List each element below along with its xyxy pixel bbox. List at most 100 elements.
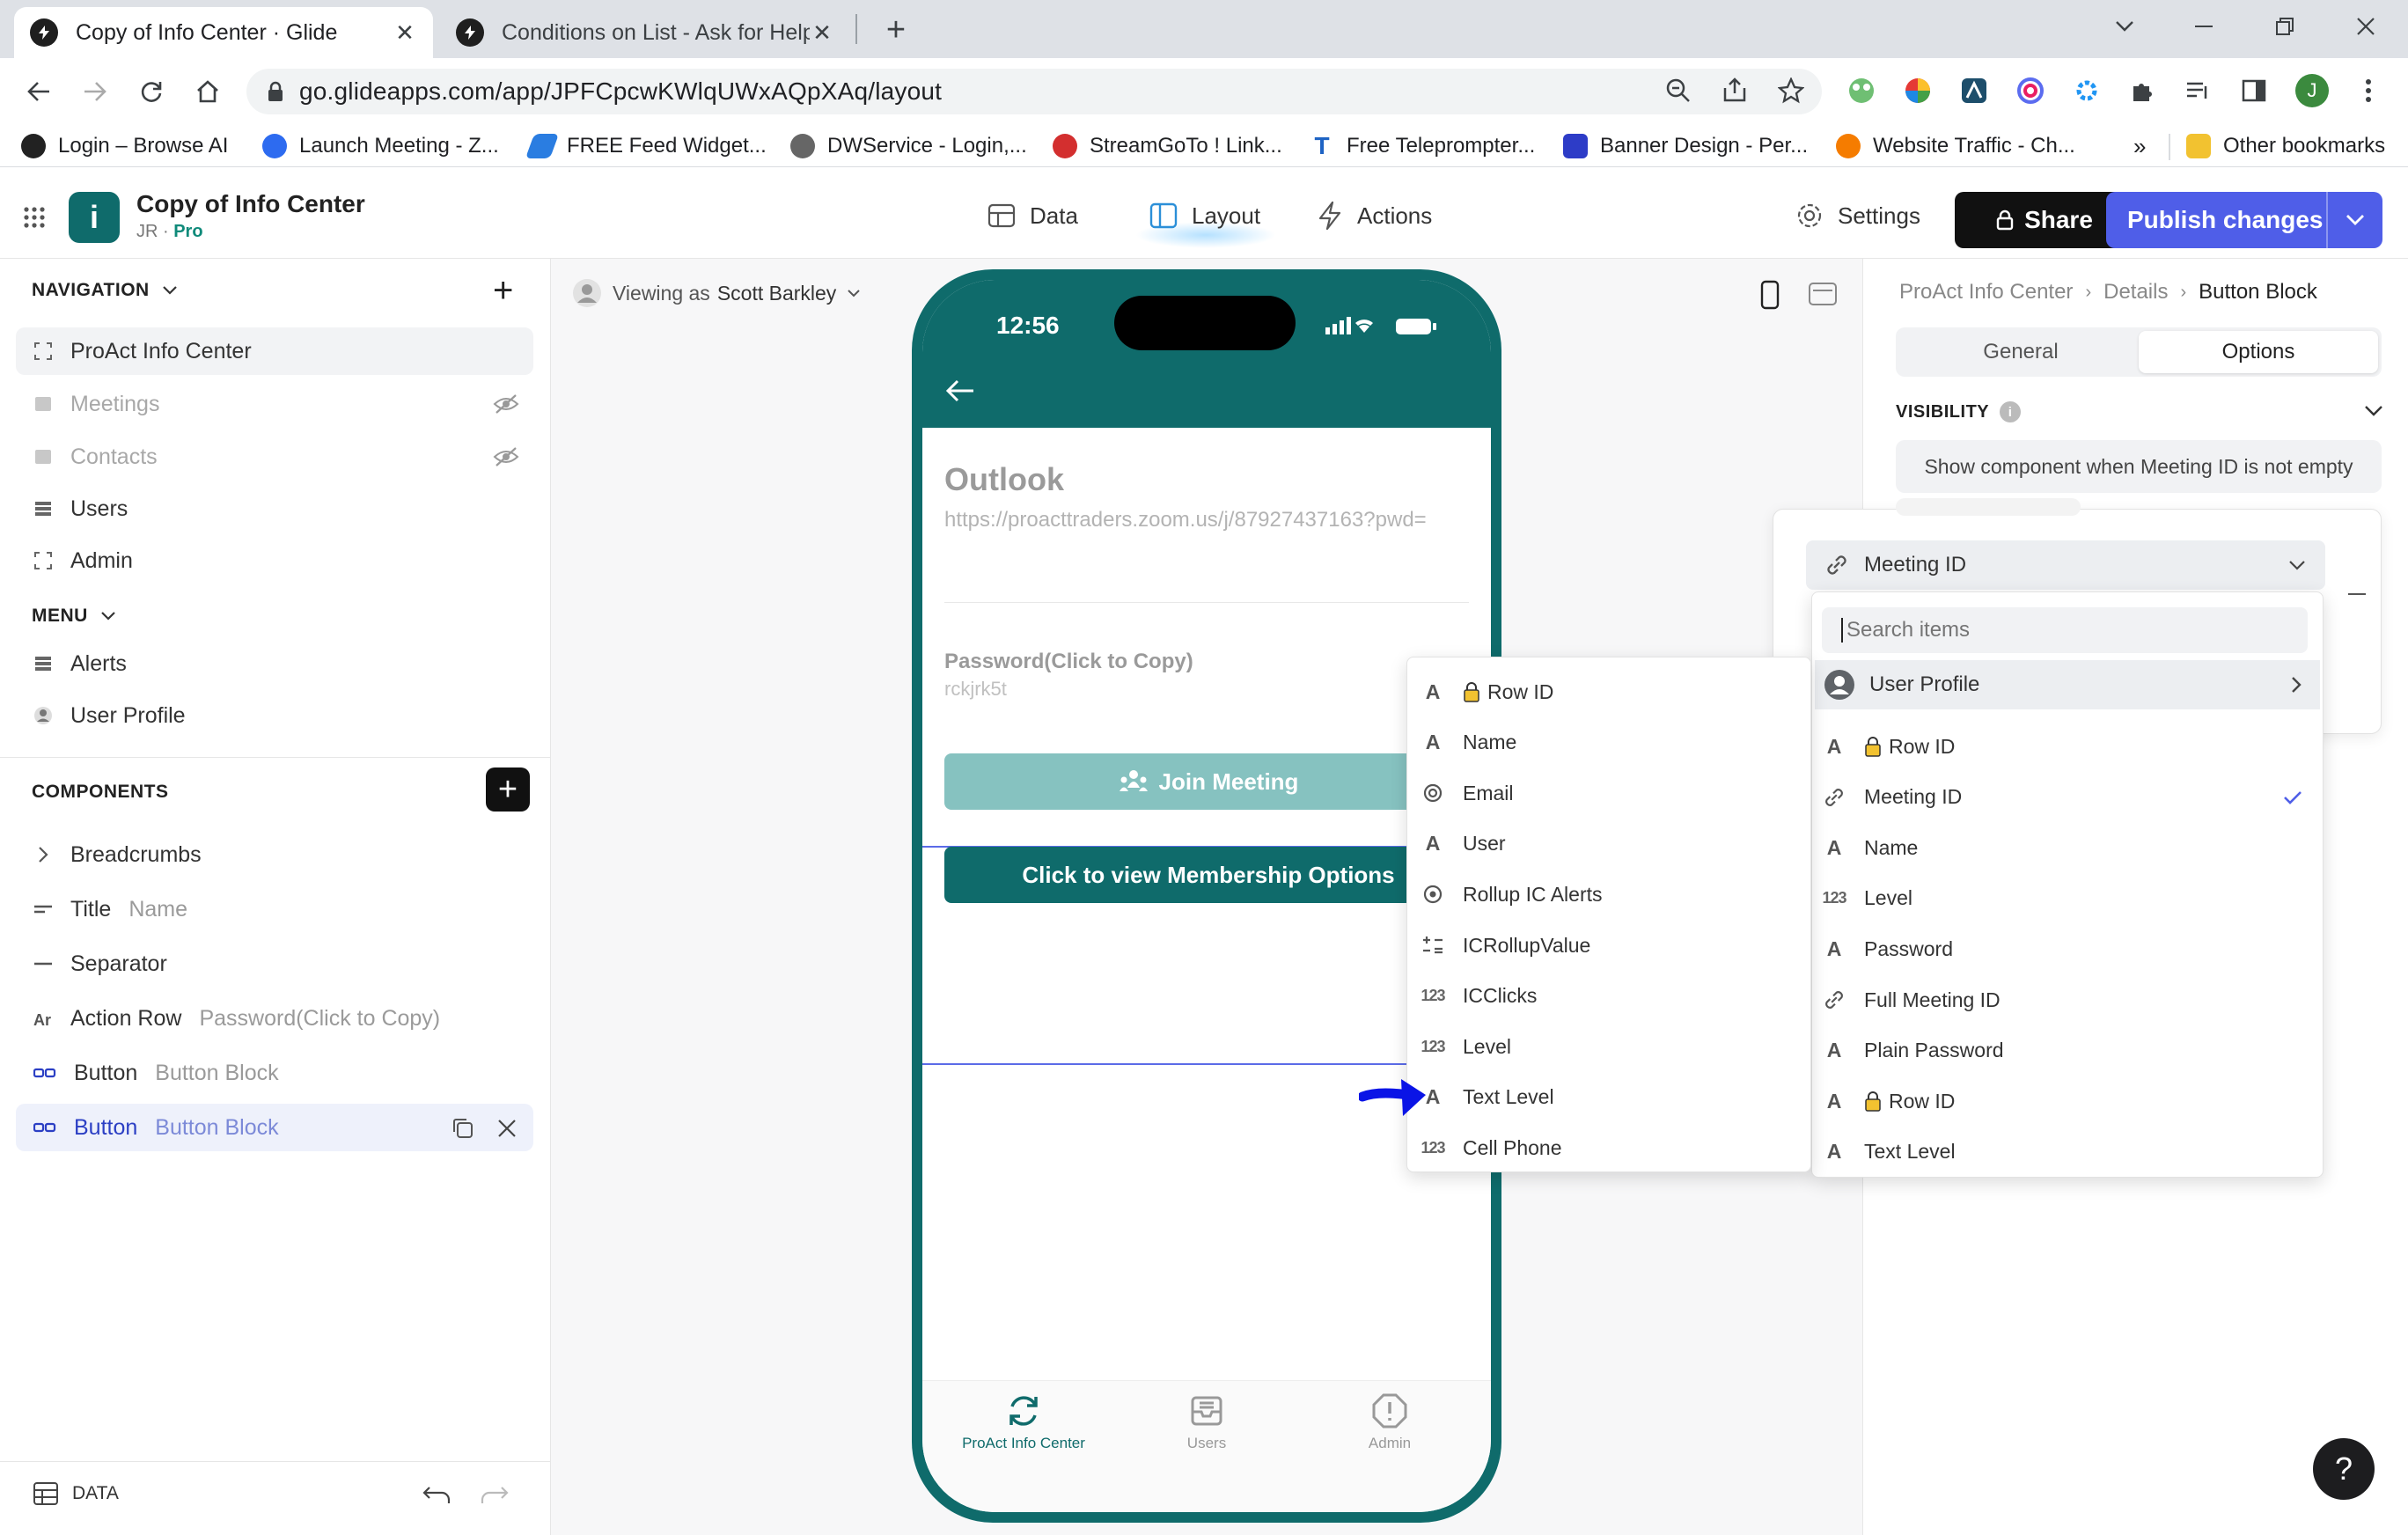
bottom-tab-proact[interactable]: ProAct Info Center [933, 1392, 1114, 1452]
back-icon[interactable] [18, 70, 60, 113]
extension-colorwheel-icon[interactable] [1898, 70, 1938, 111]
sidebar-item-admin[interactable]: Admin [16, 537, 533, 584]
duplicate-icon[interactable] [451, 1116, 475, 1141]
phone-preview-icon[interactable] [1758, 280, 1781, 310]
component-action-row[interactable]: Ar Action Row Password(Click to Copy) [16, 995, 533, 1042]
component-title[interactable]: Title Name [16, 885, 533, 933]
breadcrumb-item[interactable]: Details [2103, 280, 2168, 305]
profile-avatar[interactable]: J [2292, 70, 2332, 111]
reload-icon[interactable] [130, 70, 173, 113]
column-option[interactable]: A Row ID [1415, 667, 1802, 716]
redo-icon[interactable] [479, 1484, 509, 1505]
side-panel-icon[interactable] [2234, 70, 2274, 111]
bookmark-feed-widget[interactable]: FREE Feed Widget... [525, 129, 767, 164]
sidebar-item-meetings[interactable]: Meetings [16, 380, 533, 428]
field-option[interactable]: 123 Level [1815, 874, 2320, 923]
delete-x-icon[interactable] [496, 1118, 518, 1139]
reading-list-icon[interactable] [2177, 70, 2218, 111]
component-button-1[interactable]: Button Button Block [16, 1049, 533, 1097]
tablet-preview-icon[interactable] [1808, 282, 1838, 306]
app-logo[interactable]: i [69, 192, 120, 243]
bookmark-streamgoto[interactable]: StreamGoTo ! Link... [1053, 129, 1282, 164]
column-option[interactable]: A Text Level [1415, 1073, 1802, 1122]
publish-dropdown-chevron-icon[interactable] [2328, 214, 2382, 226]
meeting-link-text[interactable]: https://proacttraders.zoom.us/j/87927437… [944, 505, 1437, 534]
data-editor-toggle[interactable]: DATA [33, 1482, 119, 1505]
home-icon[interactable] [187, 70, 229, 113]
hidden-eye-icon[interactable] [493, 445, 519, 468]
bookmark-launch-meeting[interactable]: Launch Meeting - Z... [262, 129, 499, 164]
bookmark-teleprompter[interactable]: T Free Teleprompter... [1310, 129, 1535, 164]
add-tab-plus-icon[interactable]: + [493, 273, 513, 308]
field-option[interactable]: A Password [1815, 924, 2320, 973]
restore-window-icon[interactable] [2258, 9, 2311, 44]
tab-actions[interactable]: Actions [1317, 195, 1432, 236]
user-profile-group[interactable]: User Profile [1815, 660, 2320, 709]
info-icon[interactable]: i [2000, 401, 2022, 422]
back-arrow-icon[interactable] [945, 378, 975, 403]
navigation-section-header[interactable]: NAVIGATION [32, 280, 178, 301]
browser-tab-glide[interactable]: Copy of Info Center · Glide ✕ [14, 7, 433, 58]
column-option[interactable]: Email [1415, 768, 1802, 818]
sidebar-item-contacts[interactable]: Contacts [16, 433, 533, 481]
chevron-down-icon[interactable] [2364, 405, 2383, 417]
field-option[interactable]: A Text Level [1815, 1127, 2320, 1177]
help-button[interactable]: ? [2313, 1438, 2375, 1500]
bookmark-star-icon[interactable] [1771, 70, 1811, 111]
field-option[interactable]: A Row ID [1815, 1076, 2320, 1126]
search-items-field[interactable] [1822, 607, 2308, 653]
field-option[interactable]: A Name [1815, 823, 2320, 872]
menu-section-header[interactable]: MENU [32, 606, 116, 627]
extensions-puzzle-icon[interactable] [2123, 70, 2163, 111]
viewing-as-selector[interactable]: Viewing as Scott Barkley [572, 278, 861, 308]
bookmark-dwservice[interactable]: DWService - Login,... [790, 129, 1027, 164]
sidebar-item-alerts[interactable]: Alerts [16, 640, 533, 687]
column-option[interactable]: ICRollupValue [1415, 921, 1802, 970]
zoom-icon[interactable] [1658, 70, 1699, 111]
bookmark-website-traffic[interactable]: Website Traffic - Ch... [1836, 129, 2075, 164]
tab-data[interactable]: Data [987, 195, 1078, 236]
membership-options-button[interactable]: Click to view Membership Options [944, 847, 1472, 903]
column-option[interactable]: 123 Cell Phone [1415, 1123, 1802, 1172]
tab-options[interactable]: Options [2139, 331, 2378, 373]
column-picker-select[interactable]: Meeting ID [1806, 540, 2325, 590]
settings-button[interactable]: Settings [1795, 195, 1920, 236]
minimize-window-icon[interactable] [2177, 9, 2230, 44]
close-tab-icon[interactable]: ✕ [393, 19, 417, 46]
browser-tab-ask-for-help[interactable]: Conditions on List - Ask for Help ✕ [440, 7, 850, 58]
tab-search-chevron-icon[interactable] [2098, 9, 2151, 44]
remove-condition-icon[interactable] [2348, 593, 2366, 595]
forward-icon[interactable] [74, 70, 116, 113]
chrome-menu-icon[interactable] [2348, 70, 2389, 111]
publish-changes-button[interactable]: Publish changes [2106, 192, 2382, 248]
component-separator[interactable]: Separator [16, 940, 533, 988]
new-tab-icon[interactable]: + [877, 11, 915, 49]
column-option[interactable]: Rollup IC Alerts [1415, 870, 1802, 919]
app-grid-icon[interactable] [23, 206, 46, 229]
password-value[interactable]: rckjrk5t [944, 678, 1007, 701]
extension-gear-icon[interactable] [2067, 70, 2107, 111]
undo-icon[interactable] [422, 1484, 452, 1505]
bottom-tab-admin[interactable]: Admin [1299, 1392, 1480, 1452]
column-option[interactable]: 123 Level [1415, 1022, 1802, 1071]
sidebar-item-proact-info-center[interactable]: ProAct Info Center [16, 327, 533, 375]
add-component-button[interactable]: + [486, 768, 530, 812]
column-option[interactable]: 123 ICClicks [1415, 972, 1802, 1021]
join-meeting-button[interactable]: Join Meeting [944, 753, 1472, 810]
component-breadcrumbs[interactable]: Breadcrumbs [16, 831, 533, 878]
field-option[interactable]: A Row ID [1815, 722, 2320, 771]
bookmark-browse-ai[interactable]: Login – Browse AI [21, 129, 228, 164]
bookmark-banner-design[interactable]: Banner Design - Per... [1563, 129, 1808, 164]
bookmark-other[interactable]: Other bookmarks [2186, 129, 2385, 164]
field-option[interactable]: A Plain Password [1815, 1026, 2320, 1076]
visibility-condition-summary[interactable]: Show component when Meeting ID is not em… [1896, 440, 2382, 493]
extension-dark-icon[interactable] [1954, 70, 1994, 111]
column-option[interactable]: A User [1415, 819, 1802, 869]
sidebar-item-users[interactable]: Users [16, 485, 533, 532]
share-page-icon[interactable] [1714, 70, 1755, 111]
sidebar-item-user-profile[interactable]: User Profile [16, 692, 533, 739]
address-bar[interactable]: go.glideapps.com/app/JPFCpcwKWlqUWxAQpXA… [246, 69, 1822, 114]
hidden-eye-icon[interactable] [493, 393, 519, 415]
bookmarks-overflow[interactable]: » [2133, 129, 2146, 164]
search-items-input[interactable] [1846, 618, 2269, 643]
